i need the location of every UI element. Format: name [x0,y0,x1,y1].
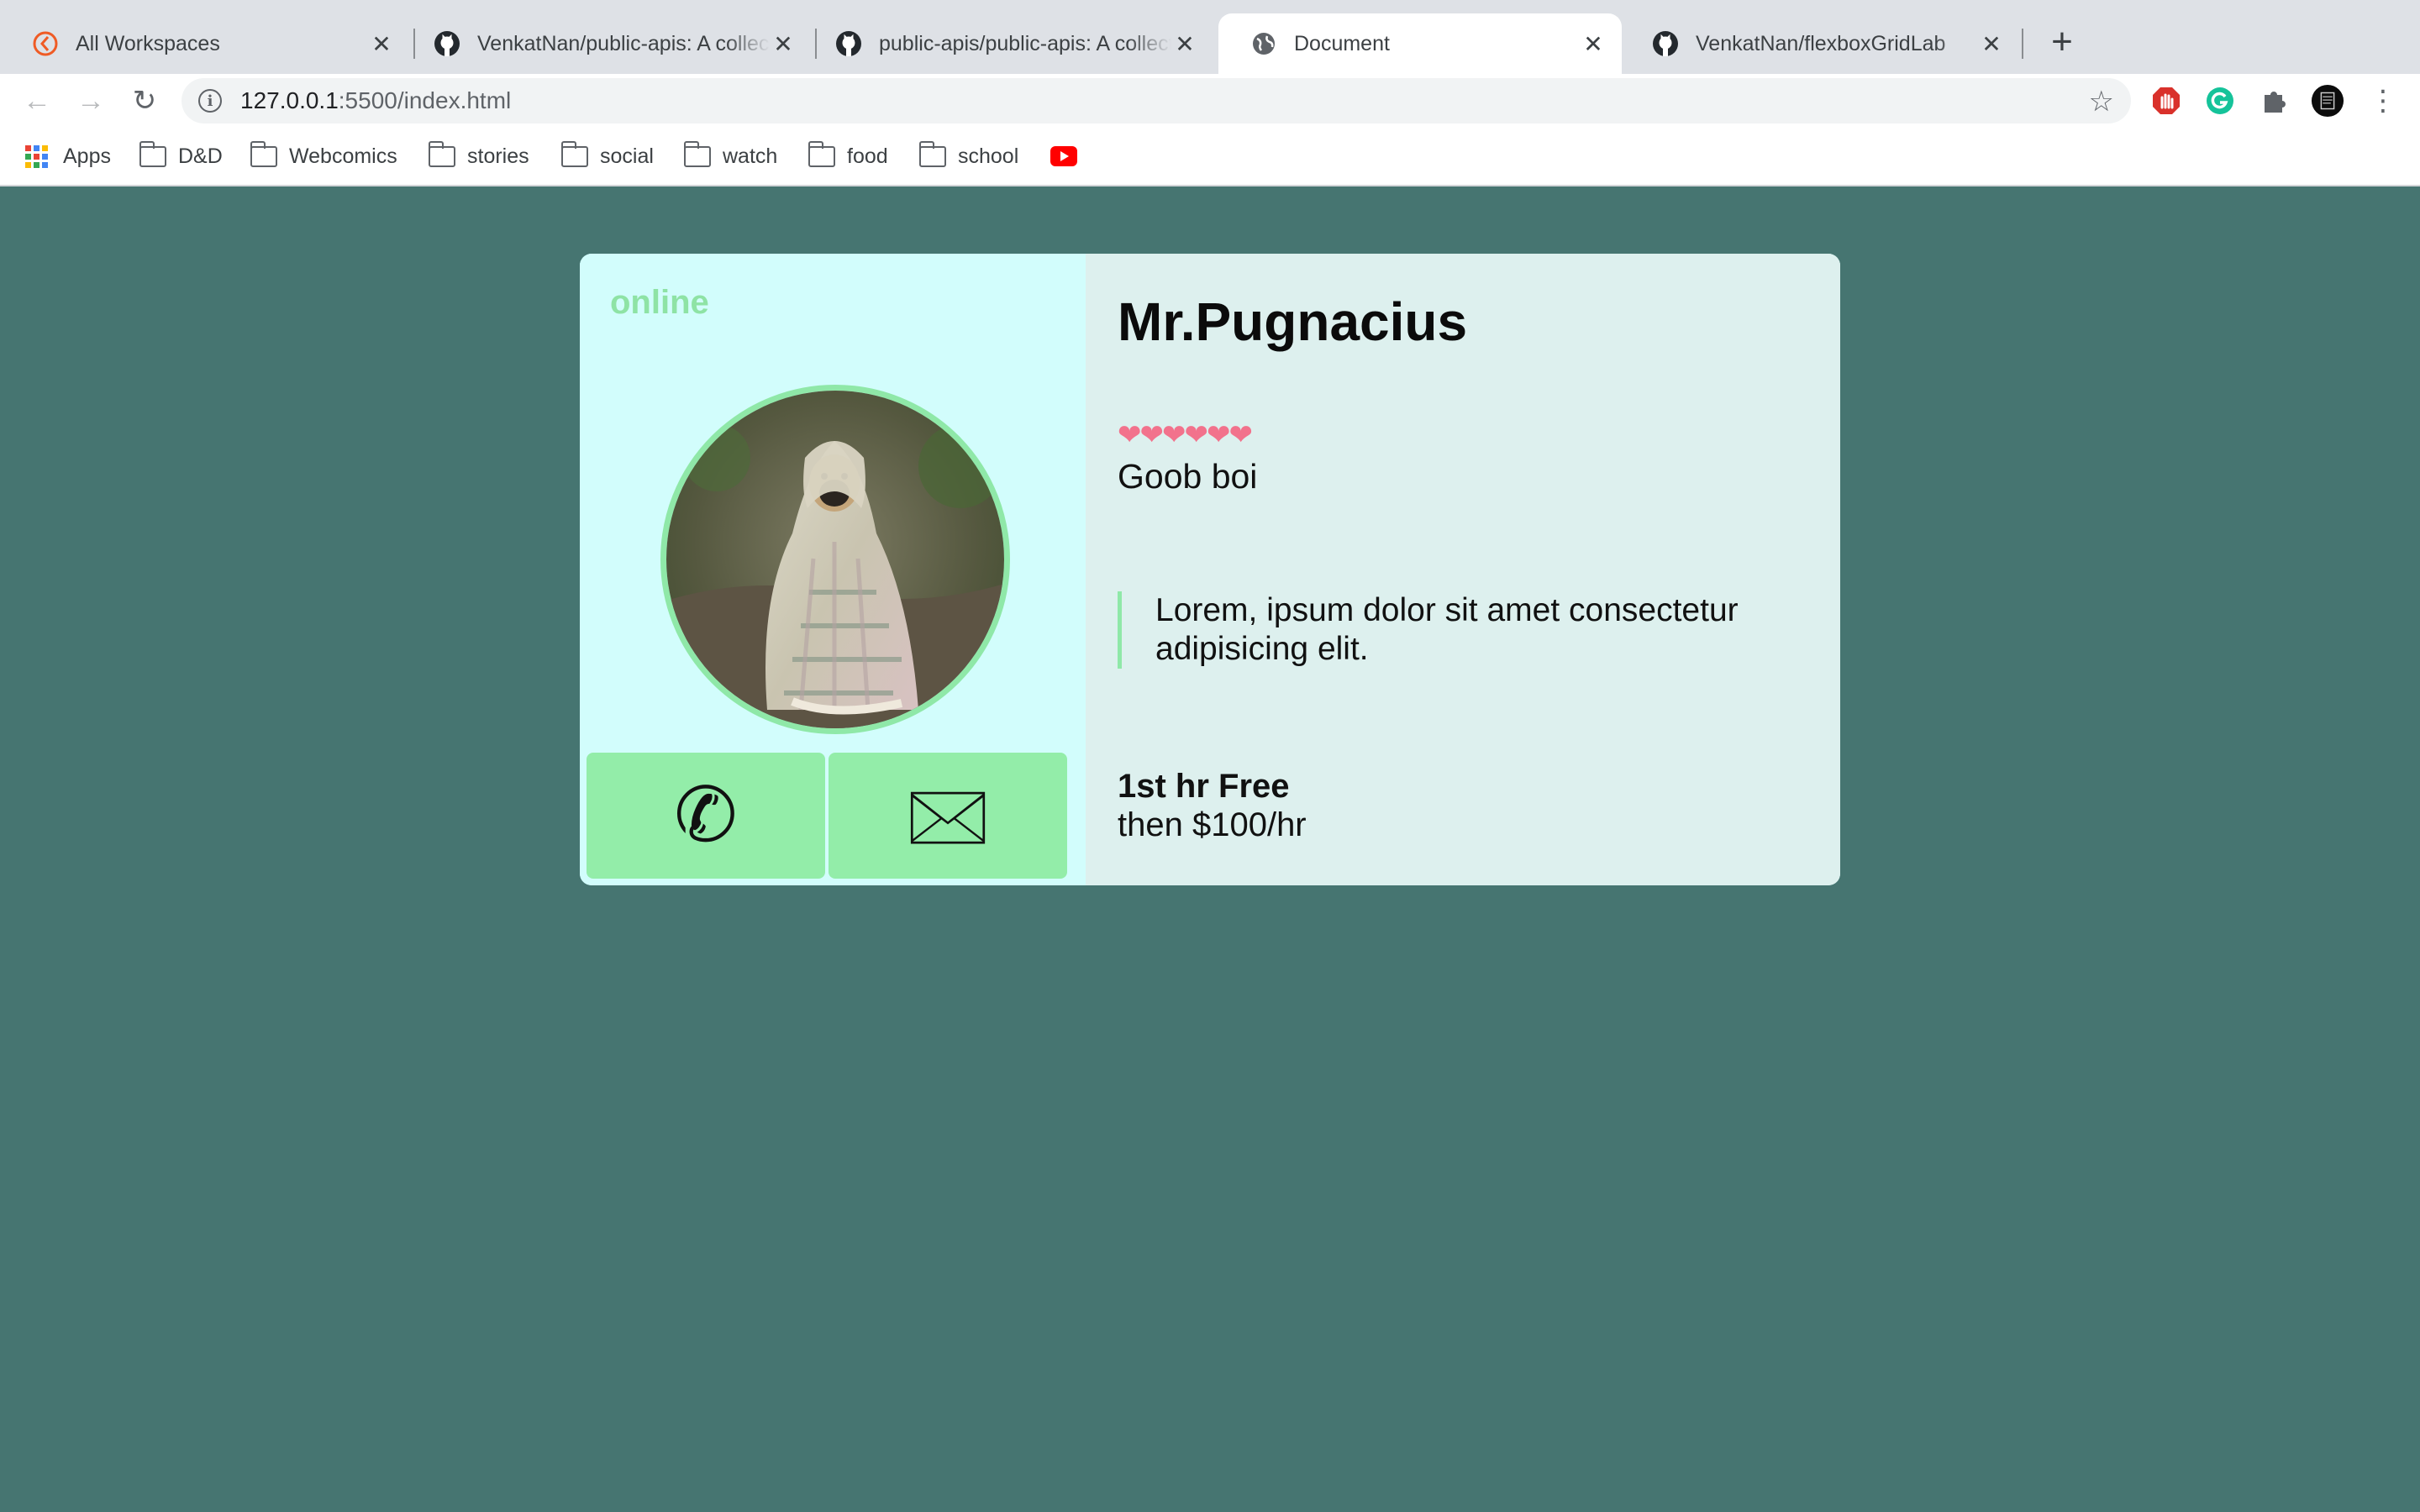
extensions-puzzle-icon[interactable] [2257,84,2291,118]
tab-flexbox-grid-lab[interactable]: VenkatNan/flexboxGridLab ✕ [1620,13,2020,74]
bookmark-label: Webcomics [289,144,397,168]
browser-menu-icon[interactable]: ⋮ [2366,84,2400,118]
call-button[interactable]: ✆ [587,753,825,879]
price-detail: then $100/hr [1118,806,1307,843]
folder-icon [428,140,455,167]
url-path: :5500/index.html [338,87,512,113]
bookmark-folder-social[interactable]: social [560,139,654,173]
bookmark-folder-dnd[interactable]: D&D [139,139,223,173]
tab-title: VenkatNan/flexboxGridLab [1696,31,1946,55]
folder-icon [683,140,711,167]
url-host: 127.0.0.1 [240,87,339,113]
close-icon[interactable]: ✕ [1978,30,2005,57]
bookmark-folder-watch[interactable]: watch [683,139,778,173]
bookmark-label: D&D [178,144,223,168]
folder-icon [139,140,166,167]
tab-all-workspaces[interactable]: All Workspaces ✕ [0,13,410,74]
workspace-icon [32,30,59,57]
phone-icon: ✆ [674,771,738,859]
github-icon [835,30,862,57]
profile-name: Mr.Pugnacius [1118,291,1468,352]
pug-photo [666,391,1004,728]
profile-card: online ✆ 🖂 Mr.Pugnacius ❤❤❤❤❤❤ Goob boi … [580,254,1840,885]
github-icon [434,30,460,57]
new-tab-button[interactable]: + [2042,21,2082,62]
bookmark-folder-school[interactable]: school [918,139,1019,173]
address-bar[interactable]: i 127.0.0.1:5500/index.html ☆ [182,78,2131,123]
tab-title: VenkatNan/public-apis: A collective list… [477,31,770,55]
bookmark-label: watch [723,144,778,168]
tab-strip: All Workspaces ✕ VenkatNan/public-apis: … [0,0,2420,74]
tab-public-apis[interactable]: public-apis/public-apis: A collective li… [803,13,1213,74]
browser-toolbar: ← → ↻ i 127.0.0.1:5500/index.html ☆ ⋮ [0,74,2420,128]
tab-venkatnan-public-apis[interactable]: VenkatNan/public-apis: A collective list… [402,13,812,74]
bookmark-apps[interactable]: Apps [25,139,111,173]
rating-hearts: ❤❤❤❤❤❤ [1118,418,1253,452]
close-icon[interactable]: ✕ [770,30,797,57]
grammarly-extension-icon[interactable] [2203,84,2237,118]
youtube-icon [1050,146,1077,166]
adblock-extension-icon[interactable] [2149,84,2183,118]
bookmark-folder-stories[interactable]: stories [428,139,529,173]
tab-title: Document [1294,31,1390,55]
bookmark-label: school [958,144,1019,168]
profile-avatar[interactable] [2311,84,2344,118]
bookmark-label: Apps [63,144,111,168]
bookmark-folder-food[interactable]: food [808,139,888,173]
forward-arrow-icon: → [76,84,105,117]
back-button[interactable]: ← [20,84,54,118]
avatar [660,385,1010,734]
bookmark-folder-webcomics[interactable]: Webcomics [250,139,397,173]
tab-separator [2022,29,2023,59]
github-icon [1652,30,1679,57]
back-arrow-icon: ← [23,84,51,117]
email-button[interactable]: 🖂 [829,753,1067,879]
close-icon[interactable]: ✕ [368,30,395,57]
url-text: 127.0.0.1:5500/index.html [240,87,511,114]
folder-icon [560,140,588,167]
bookmark-label: social [600,144,654,168]
card-left-panel: online ✆ 🖂 [580,254,1086,885]
reload-button[interactable]: ↻ [128,84,161,118]
profile-quote: Lorem, ipsum dolor sit amet consectetur … [1118,591,1773,669]
bookmark-label: food [847,144,888,168]
bookmark-star-icon[interactable]: ☆ [2089,85,2114,118]
bookmark-label: stories [467,144,529,168]
apps-grid-icon [25,144,48,168]
close-icon[interactable]: ✕ [1580,30,1607,57]
envelope-icon: 🖂 [903,771,992,859]
folder-icon [808,140,835,167]
info-icon[interactable]: i [198,89,222,113]
card-right-panel: Mr.Pugnacius ❤❤❤❤❤❤ Goob boi Lorem, ipsu… [1086,254,1840,885]
price-headline: 1st hr Free [1118,768,1290,805]
bookmark-youtube[interactable] [1050,139,1077,173]
status-badge: online [610,284,709,321]
globe-icon [1250,30,1277,57]
profile-tagline: Goob boi [1118,457,1258,496]
folder-icon [250,140,277,167]
reload-icon: ↻ [132,85,157,117]
close-icon[interactable]: ✕ [1171,30,1198,57]
bookmarks-bar: Apps D&D Webcomics stories social watch … [0,128,2420,186]
tab-title: public-apis/public-apis: A collective li… [879,31,1171,55]
folder-icon [918,140,946,167]
forward-button[interactable]: → [74,84,108,118]
tab-title: All Workspaces [76,31,220,55]
tab-document[interactable]: Document ✕ [1218,13,1622,74]
